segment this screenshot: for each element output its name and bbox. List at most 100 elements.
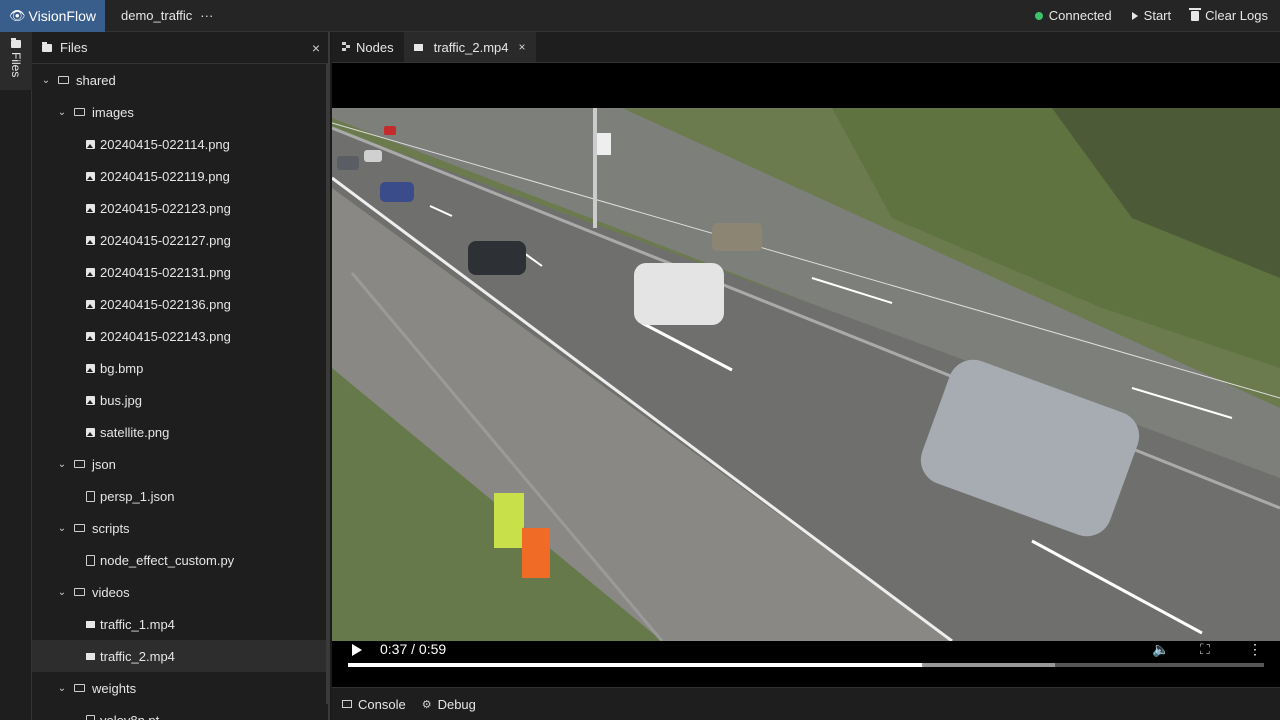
close-icon[interactable]: × [312,40,320,56]
close-tab-icon[interactable]: × [519,40,526,54]
tab-label: traffic_2.mp4 [433,39,509,55]
tree-item-label: scripts [92,520,130,536]
traffic-scene-image [332,108,1280,641]
start-button[interactable]: Start [1131,8,1172,23]
video-frame[interactable] [332,108,1280,641]
more-options-icon[interactable]: ⋮ [1248,641,1262,658]
tree-item-label: 20240415-022131.png [100,264,231,280]
chevron-down-icon[interactable]: ⌄ [56,523,68,534]
top-bar: 👁 VisionFlow demo_traffic ··· Connected … [0,0,1280,32]
chevron-down-icon[interactable]: ⌄ [56,459,68,470]
tree-item-label: videos [92,584,130,600]
console-icon [342,700,352,708]
clear-logs-label: Clear Logs [1205,8,1268,23]
play-icon[interactable] [352,644,362,656]
image-file-icon [86,427,95,437]
tree-item-label: traffic_1.mp4 [100,616,175,632]
image-file-icon [86,267,95,277]
chevron-down-icon[interactable]: ⌄ [56,683,68,694]
tree-file[interactable]: 20240415-022136.png [32,288,326,320]
tree-item-label: 20240415-022123.png [100,200,231,216]
video-file-icon [86,620,95,628]
played-bar [348,663,923,667]
main-panel: Nodes traffic_2.mp4 × 0:37 / 0:59 🔈 ⛶ ⋮ … [332,32,1280,720]
chevron-down-icon[interactable]: ⌄ [40,75,52,86]
tab-console-label: Console [358,696,406,712]
tab-traffic-2[interactable]: traffic_2.mp4 × [403,32,536,62]
nodes-icon [342,42,350,52]
more-icon[interactable]: ··· [200,8,213,23]
tree-folder[interactable]: ⌄ videos [32,576,326,608]
activity-files-button[interactable]: Files [0,32,32,90]
tree-file[interactable]: 20240415-022123.png [32,192,326,224]
clear-logs-button[interactable]: Clear Logs [1189,7,1268,23]
video-progress-bar[interactable] [348,663,1264,667]
volume-icon[interactable]: 🔈 [1152,641,1169,658]
tree-file[interactable]: yolov8n.pt [32,704,326,720]
tree-file[interactable]: node_effect_custom.py [32,544,326,576]
document-icon [86,554,95,566]
folder-icon [74,588,85,596]
fullscreen-icon[interactable]: ⛶ [1200,641,1210,658]
video-controls: 0:37 / 0:59 🔈 ⛶ ⋮ [332,641,1280,687]
document-icon [86,490,95,502]
files-panel-header: Files × [32,32,328,64]
files-panel: Files × ⌄ shared ⌄ images 20240415-022114.pn… [32,32,330,720]
video-file-icon [86,652,95,660]
tree-folder[interactable]: ⌄ shared [32,64,326,96]
files-panel-title: Files [60,40,88,55]
tree-item-label: shared [76,72,116,88]
document-icon [86,714,95,720]
tab-debug[interactable]: ⚙ Debug [422,697,476,712]
sidebar-scrollbar[interactable] [326,64,330,704]
image-file-icon [86,299,95,309]
project-selector[interactable]: demo_traffic ··· [121,8,213,23]
tree-item-label: bus.jpg [100,392,142,408]
video-player[interactable]: 0:37 / 0:59 🔈 ⛶ ⋮ [332,63,1280,687]
eye-icon: 👁 [9,7,26,23]
tree-item-label: 20240415-022136.png [100,296,231,312]
tree-item-label: bg.bmp [100,360,144,376]
image-file-icon [86,331,95,341]
tree-item-label: json [92,456,116,472]
tree-item-label: satellite.png [100,424,170,440]
tab-nodes[interactable]: Nodes [332,32,404,62]
tree-item-label: traffic_2.mp4 [100,648,175,664]
folder-icon [42,41,52,52]
tree-file[interactable]: satellite.png [32,416,326,448]
tree-file[interactable]: 20240415-022143.png [32,320,326,352]
tree-file[interactable]: traffic_1.mp4 [32,608,326,640]
tree-file[interactable]: persp_1.json [32,480,326,512]
connection-label: Connected [1048,8,1112,23]
tree-file[interactable]: traffic_2.mp4 [32,640,326,672]
tree-file[interactable]: 20240415-022114.png [32,128,326,160]
chevron-down-icon[interactable]: ⌄ [56,107,68,118]
tree-file[interactable]: 20240415-022119.png [32,160,326,192]
tree-file[interactable]: 20240415-022131.png [32,256,326,288]
tree-folder[interactable]: ⌄ scripts [32,512,326,544]
tree-folder[interactable]: ⌄ weights [32,672,326,704]
folder-icon [74,108,85,116]
folder-icon [74,524,85,532]
tab-console[interactable]: Console [342,697,406,712]
file-tree: ⌄ shared ⌄ images 20240415-022114.png 2024041… [32,64,326,720]
tree-folder[interactable]: ⌄ images [32,96,326,128]
start-label: Start [1143,8,1172,23]
tree-file[interactable]: 20240415-022127.png [32,224,326,256]
tree-file[interactable]: bg.bmp [32,352,326,384]
tree-folder[interactable]: ⌄ json [32,448,326,480]
chevron-down-icon[interactable]: ⌄ [56,587,68,598]
image-file-icon [86,203,95,213]
tree-item-label: images [92,104,134,120]
tree-item-label: persp_1.json [100,488,175,504]
tree-file[interactable]: bus.jpg [32,384,326,416]
brand-logo[interactable]: 👁 VisionFlow [0,0,105,32]
tree-item-label: 20240415-022143.png [100,328,231,344]
status-dot-icon [1034,11,1043,20]
bottom-panel-tabs: Console ⚙ Debug [332,687,1280,720]
folder-icon [58,76,69,84]
gear-icon: ⚙ [421,698,432,711]
tree-item-label: yolov8n.pt [100,712,160,720]
tree-item-label: weights [92,680,137,696]
folder-icon [11,38,21,48]
